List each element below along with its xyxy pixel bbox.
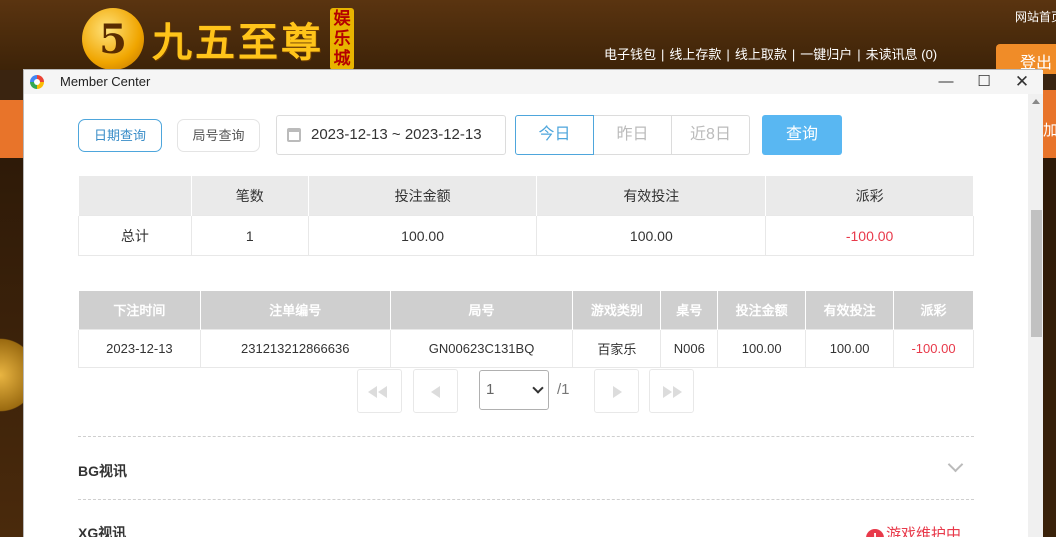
maintenance-badge: !游戏维护中	[866, 523, 961, 537]
nav-separator: |	[857, 47, 861, 62]
cell-bet: 100.00	[717, 328, 807, 368]
cell-time: 2023-12-13	[78, 328, 201, 368]
vertical-scrollbar[interactable]	[1028, 94, 1043, 537]
minimize-button[interactable]: —	[927, 70, 965, 94]
double-right-icon	[673, 386, 682, 398]
tab-date-query[interactable]: 日期查询	[78, 119, 162, 152]
last-page-button[interactable]	[649, 369, 694, 413]
detail-header-game-type: 游戏类别	[572, 291, 662, 329]
cell-table: N006	[660, 328, 719, 368]
summary-header-valid: 有效投注	[536, 175, 767, 216]
chevron-left-icon	[431, 386, 440, 398]
maximize-button[interactable]: ☐	[965, 70, 1003, 94]
logo-badge: 娱乐城	[330, 8, 354, 70]
chevron-down-icon	[532, 382, 544, 394]
side-decoration-left	[0, 100, 24, 537]
maintenance-text: 游戏维护中	[886, 526, 962, 537]
summary-total-valid: 100.00	[536, 215, 767, 256]
summary-table: 笔数 投注金额 有效投注 派彩 总计 1 100.00 100.00 -100.…	[78, 175, 974, 256]
site-header: 5 九五至尊 娱乐城 电子钱包 | 线上存款 | 线上取款 | 一键归户 | 未读讯息 (0) …	[0, 0, 1056, 70]
date-range-input[interactable]: 2023-12-13 ~ 2023-12-13	[276, 115, 506, 155]
coin-decoration	[0, 330, 24, 420]
cell-bet-id: 231213212866636	[199, 328, 391, 368]
double-left-icon	[368, 386, 377, 398]
nav-consolidate[interactable]: 一键归户	[800, 47, 852, 62]
logo-emblem: 5	[82, 8, 144, 70]
cell-valid: 100.00	[805, 328, 895, 368]
section-divider	[78, 499, 974, 500]
page-total: /1	[557, 381, 570, 398]
chevron-down-icon[interactable]	[947, 456, 964, 473]
scroll-thumb[interactable]	[1031, 210, 1042, 337]
detail-header-payout: 派彩	[893, 291, 974, 329]
browser-icon	[30, 75, 44, 89]
section-bg-title[interactable]: BG视讯	[78, 461, 127, 481]
section-xg-title[interactable]: XG视讯	[78, 523, 126, 537]
cell-payout: -100.00	[893, 328, 974, 368]
nav-home[interactable]: 网站首页	[1015, 8, 1056, 25]
logo-text: 九五至尊	[152, 19, 324, 66]
nav-separator: |	[791, 47, 796, 62]
site-logo[interactable]: 5 九五至尊 娱乐城	[82, 8, 354, 70]
quick-today-button[interactable]: 今日	[515, 115, 594, 155]
detail-header-bet-id: 注单编号	[199, 291, 391, 329]
chevron-right-icon	[613, 386, 622, 398]
double-right-icon	[663, 386, 672, 398]
quick-8days-button[interactable]: 近8日	[671, 115, 750, 155]
quick-yesterday-button[interactable]: 昨日	[593, 115, 672, 155]
page-select[interactable]: 1	[479, 370, 549, 410]
summary-total-payout: -100.00	[765, 215, 974, 256]
nav-messages[interactable]: 未读讯息 (0)	[866, 47, 938, 62]
summary-header-label	[78, 175, 192, 216]
cell-game-type: 百家乐	[572, 328, 662, 368]
side-decoration-right	[1042, 90, 1056, 537]
side-banner-text: 加	[1043, 122, 1056, 139]
summary-total-label: 总计	[78, 215, 192, 256]
search-button[interactable]: 查询	[762, 115, 842, 155]
nav-deposit[interactable]: 线上存款	[669, 47, 721, 62]
window-content: 日期查询 局号查询 2023-12-13 ~ 2023-12-13 今日 昨日 …	[24, 94, 1028, 537]
next-page-button[interactable]	[594, 369, 639, 413]
detail-header-row: 下注时间 注单编号 局号 游戏类别 桌号 投注金额 有效投注 派彩	[78, 291, 974, 329]
nav-withdraw[interactable]: 线上取款	[735, 47, 787, 62]
window-title: Member Center	[60, 74, 151, 89]
summary-header-count: 笔数	[190, 175, 309, 216]
summary-total-bet: 100.00	[307, 215, 538, 256]
tab-round-query[interactable]: 局号查询	[177, 119, 260, 152]
detail-header-time: 下注时间	[78, 291, 201, 329]
detail-header-round: 局号	[389, 291, 574, 329]
calendar-icon	[287, 128, 301, 142]
detail-header-bet: 投注金额	[717, 291, 807, 329]
date-range-value: 2023-12-13 ~ 2023-12-13	[311, 126, 482, 143]
summary-header-payout: 派彩	[765, 175, 974, 216]
site-nav: 电子钱包 | 线上存款 | 线上取款 | 一键归户 | 未读讯息 (0)	[604, 44, 937, 63]
table-row: 2023-12-13 231213212866636 GN00623C131BQ…	[78, 328, 974, 368]
detail-header-valid: 有效投注	[805, 291, 895, 329]
quick-range-group: 今日 昨日 近8日	[515, 115, 753, 155]
detail-header-table: 桌号	[660, 291, 719, 329]
summary-total-row: 总计 1 100.00 100.00 -100.00	[78, 215, 974, 256]
summary-header-bet: 投注金额	[307, 175, 538, 216]
summary-total-count: 1	[190, 215, 309, 256]
prev-page-button[interactable]	[413, 369, 458, 413]
section-divider	[78, 436, 974, 437]
summary-header-row: 笔数 投注金额 有效投注 派彩	[78, 175, 974, 216]
first-page-button[interactable]	[357, 369, 402, 413]
scroll-up-arrow-icon[interactable]	[1032, 99, 1040, 104]
member-center-window: Member Center — ☐ ✕ 日期查询 局号查询 2023-12-13…	[23, 69, 1043, 537]
bet-detail-table: 下注时间 注单编号 局号 游戏类别 桌号 投注金额 有效投注 派彩 2023-1…	[78, 291, 974, 368]
double-left-icon	[378, 386, 387, 398]
nav-wallet[interactable]: 电子钱包	[604, 47, 656, 62]
alert-icon: !	[866, 529, 884, 537]
window-titlebar[interactable]: Member Center — ☐ ✕	[24, 70, 1043, 94]
page-select-value: 1	[486, 381, 495, 398]
nav-separator: |	[726, 47, 730, 62]
cell-round: GN00623C131BQ	[389, 328, 574, 368]
nav-separator: |	[661, 47, 665, 62]
close-button[interactable]: ✕	[1003, 70, 1041, 94]
